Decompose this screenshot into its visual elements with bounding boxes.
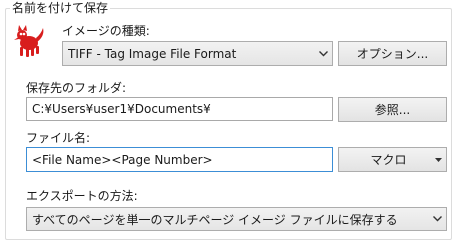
- chevron-down-icon: [314, 42, 332, 65]
- folder-input[interactable]: C:¥Users¥user1¥Documents¥: [26, 97, 333, 121]
- macro-button-label: マクロ: [370, 153, 407, 167]
- group-title: 名前を付けて保存: [10, 1, 111, 15]
- image-type-dropdown[interactable]: TIFF - Tag Image File Format: [62, 41, 333, 66]
- save-as-dialog-panel: 名前を付けて保存 イメージの種類: TIFF - Tag Image File …: [0, 0, 457, 245]
- filename-input[interactable]: <File Name><Page Number>: [26, 147, 333, 172]
- browse-button[interactable]: 参照...: [338, 97, 447, 122]
- export-method-dropdown[interactable]: すべてのページを単一のマルチページ イメージ ファイルに保存する: [26, 207, 447, 231]
- irfanview-cat-icon: [14, 25, 44, 57]
- browse-button-label: 参照...: [374, 103, 411, 117]
- export-method-label: エクスポートの方法:: [26, 189, 138, 203]
- folder-label: 保存先のフォルダ:: [26, 81, 127, 95]
- options-button-label: オプション...: [356, 47, 429, 61]
- filename-value: <File Name><Page Number>: [32, 152, 213, 167]
- options-button[interactable]: オプション...: [338, 41, 447, 66]
- filename-label: ファイル名:: [26, 131, 91, 145]
- export-method-selected: すべてのページを単一のマルチページ イメージ ファイルに保存する: [32, 212, 398, 227]
- caret-down-icon: [430, 157, 446, 162]
- chevron-down-icon: [428, 208, 446, 230]
- image-type-label: イメージの種類:: [62, 24, 150, 38]
- folder-value: C:¥Users¥user1¥Documents¥: [32, 102, 211, 116]
- macro-button[interactable]: マクロ: [338, 147, 447, 172]
- image-type-selected: TIFF - Tag Image File Format: [68, 46, 237, 61]
